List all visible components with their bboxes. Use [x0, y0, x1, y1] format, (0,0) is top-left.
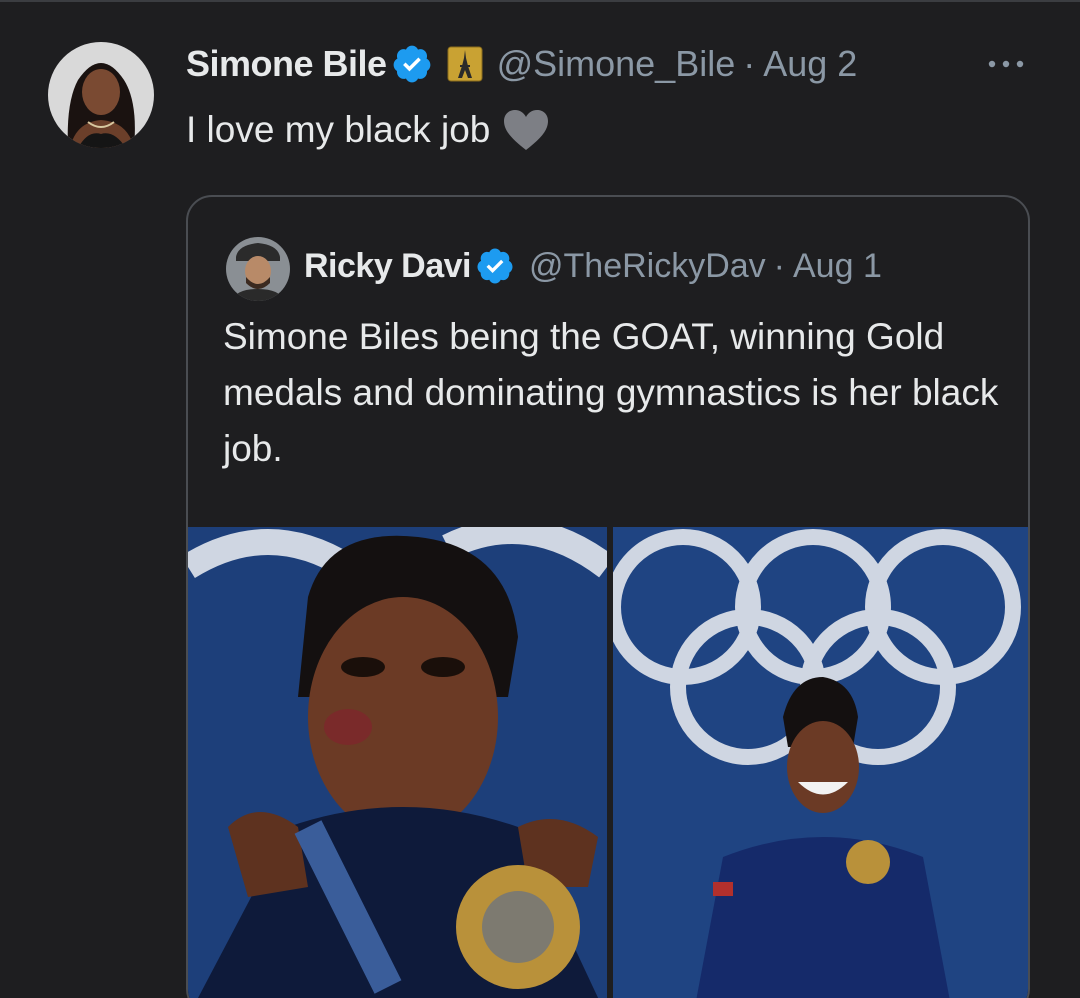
- divider: [0, 0, 1080, 2]
- tweet-text: I love my black job: [186, 108, 550, 152]
- tweet-date[interactable]: Aug 2: [763, 43, 857, 85]
- gymnast-kissing-pose-photo[interactable]: [188, 527, 607, 998]
- verified-badge-icon: [477, 248, 513, 284]
- quoted-tweet-header: Ricky Davi @TheRickyDav · Aug 1: [304, 241, 882, 291]
- separator-dot: ·: [773, 246, 785, 285]
- tweet-header: Simone Bile @Simone_Bile · Aug 2: [186, 38, 857, 90]
- tweet-page: Simone Bile @Simone_Bile · Aug 2 I love …: [0, 0, 1080, 998]
- eiffel-tower-badge-icon: [447, 46, 483, 82]
- separator-dot: ·: [743, 43, 756, 84]
- more-options-icon[interactable]: [984, 54, 1028, 74]
- quoted-handle[interactable]: @TheRickyDav: [529, 247, 766, 286]
- black-heart-icon: [504, 110, 549, 150]
- verified-badge-icon: [393, 45, 430, 83]
- quoted-display-name[interactable]: Ricky Davi: [304, 247, 472, 286]
- display-name[interactable]: Simone Bile: [186, 43, 387, 85]
- media-grid: [188, 527, 1028, 998]
- handle[interactable]: @Simone_Bile: [497, 43, 736, 85]
- quoted-tweet-card[interactable]: Ricky Davi @TheRickyDav · Aug 1 Simone B…: [186, 195, 1030, 998]
- avatar[interactable]: [48, 42, 154, 148]
- quoted-avatar[interactable]: [226, 237, 290, 301]
- quoted-tweet-text: Simone Biles being the GOAT, winning Gol…: [223, 316, 999, 469]
- tweet-body: I love my black job: [186, 109, 491, 150]
- gymnast-olympic-rings-photo[interactable]: [613, 527, 1028, 998]
- quoted-tweet-date[interactable]: Aug 1: [793, 247, 882, 286]
